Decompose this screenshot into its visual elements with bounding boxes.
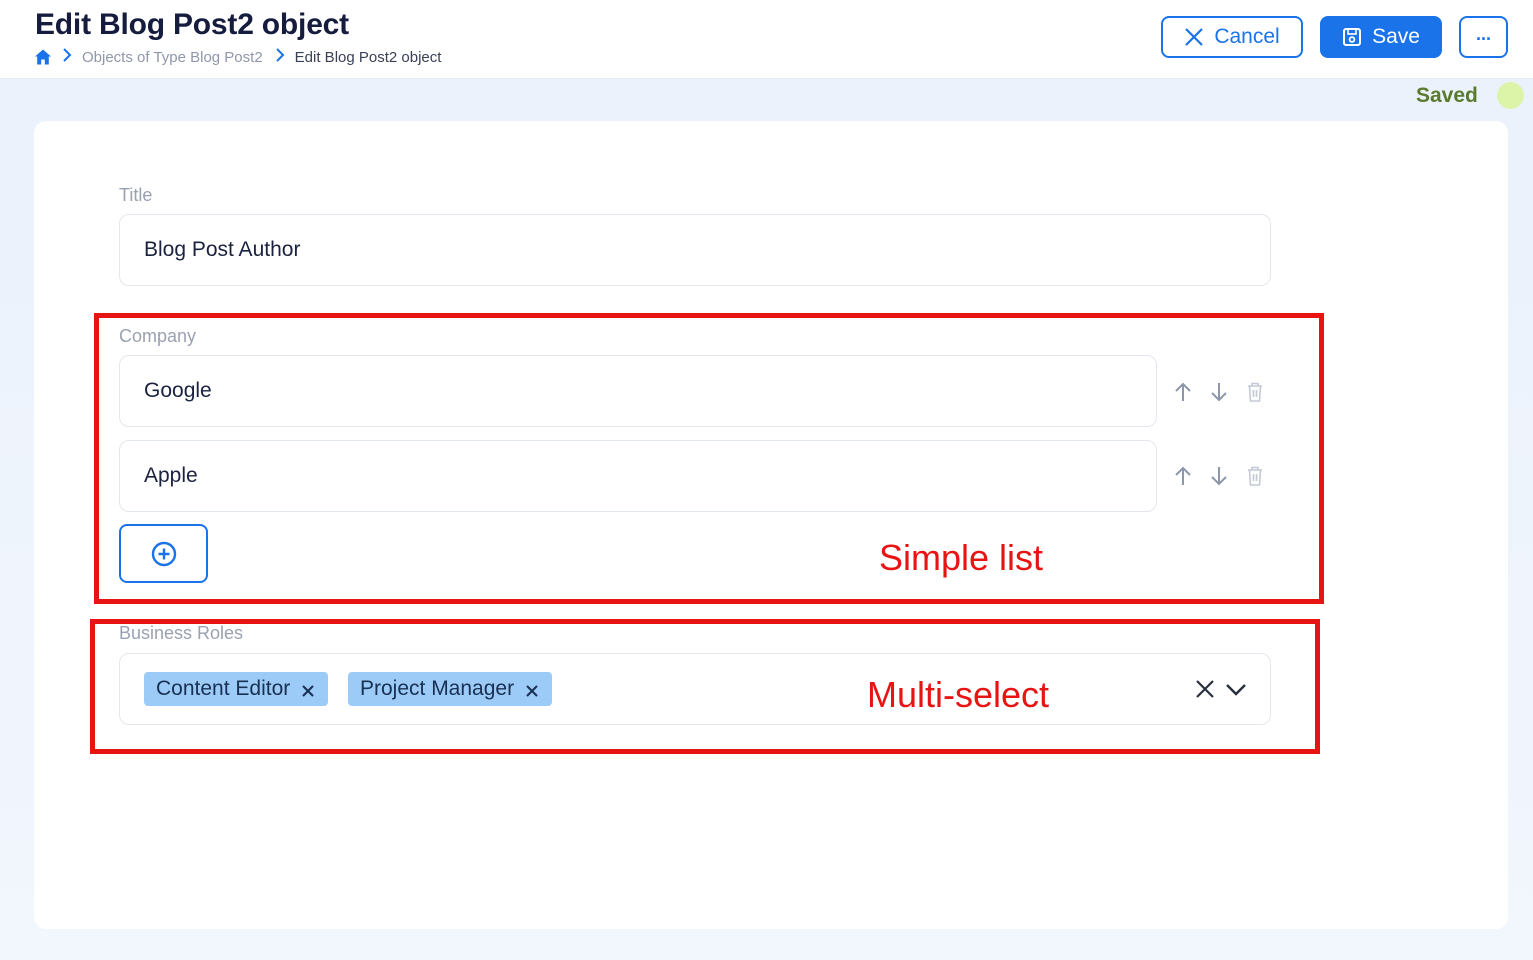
breadcrumb-current: Edit Blog Post2 object xyxy=(294,48,442,66)
simple-list-annotation-label: Simple list xyxy=(879,537,1044,578)
saved-status: Saved xyxy=(1416,84,1478,107)
save-button[interactable]: Save xyxy=(1320,16,1442,58)
save-button-label: Save xyxy=(1372,25,1420,48)
cancel-button[interactable]: Cancel xyxy=(1161,16,1303,58)
breadcrumb-objects-link[interactable]: Objects of Type Blog Post2 xyxy=(82,49,263,66)
simple-list-annotation-box xyxy=(94,313,1324,604)
floppy-disk-icon xyxy=(1343,28,1362,46)
saved-indicator-dot xyxy=(1497,82,1524,109)
breadcrumb: Objects of Type Blog Post2 Edit Blog Pos… xyxy=(34,47,441,67)
home-icon[interactable] xyxy=(34,48,52,66)
multi-select-annotation-box xyxy=(90,619,1320,754)
page-title: Edit Blog Post2 object xyxy=(35,8,349,41)
chevron-right-icon xyxy=(275,47,285,67)
more-options-button[interactable]: ... xyxy=(1459,16,1508,58)
title-input[interactable]: Blog Post Author xyxy=(119,214,1271,286)
close-icon xyxy=(1185,28,1204,46)
multi-select-annotation-label: Multi-select xyxy=(867,674,1050,715)
title-label: Title xyxy=(119,185,153,205)
top-bar: Edit Blog Post2 object Objects of Type B… xyxy=(0,0,1533,79)
chevron-right-icon xyxy=(62,47,72,67)
cancel-button-label: Cancel xyxy=(1214,25,1280,48)
